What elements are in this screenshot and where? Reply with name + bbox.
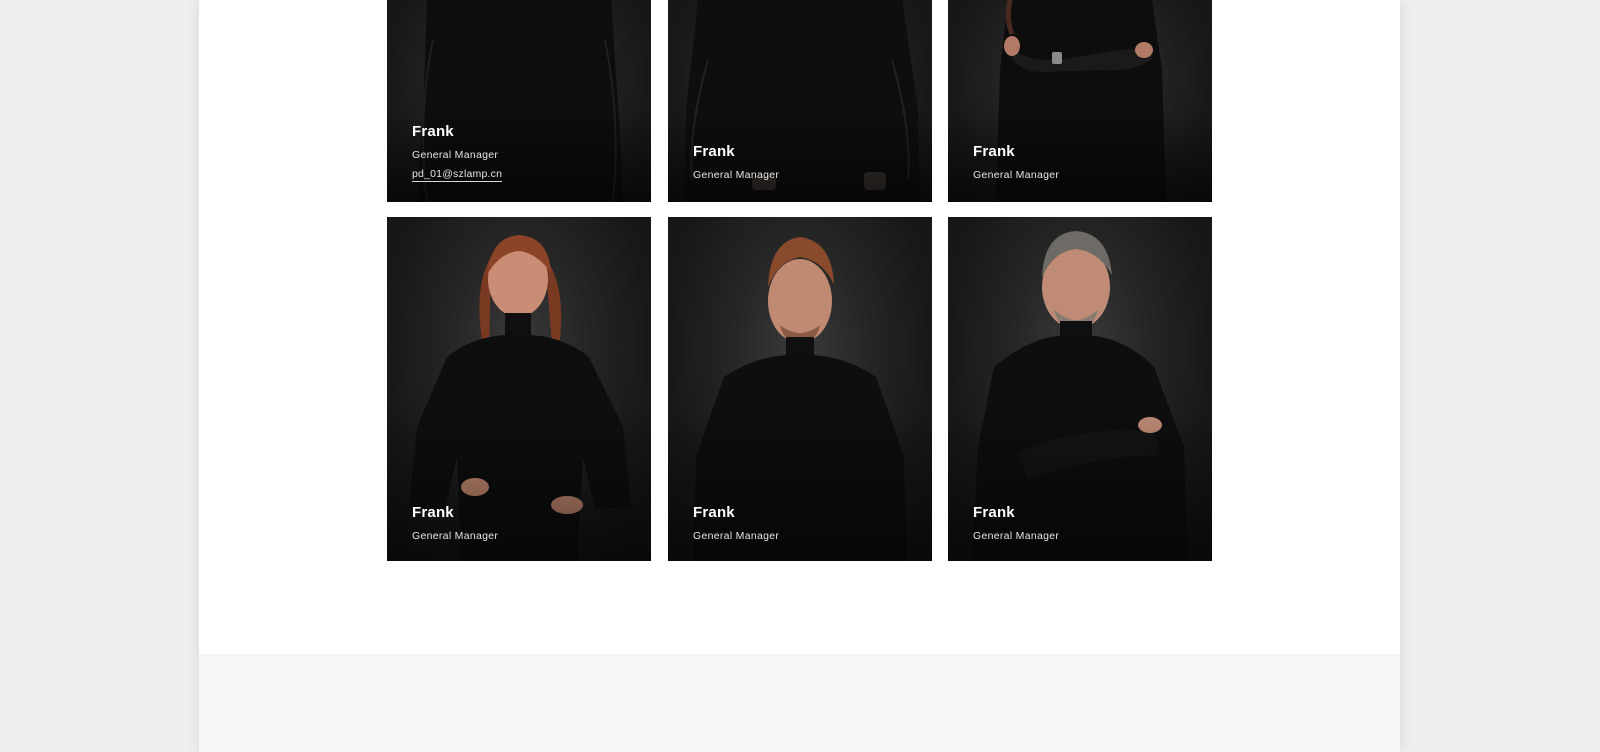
- member-name: Frank: [412, 123, 454, 140]
- member-name: Frank: [973, 504, 1015, 521]
- team-member-card: Frank General Manager: [668, 217, 932, 561]
- team-member-card: Frank General Manager: [948, 217, 1212, 561]
- team-member-card: Frank General Manager pd_01@szlamp.cn: [387, 0, 651, 202]
- member-title: General Manager: [973, 169, 1060, 181]
- team-member-card: Frank General Manager: [668, 0, 932, 202]
- page-content: Frank General Manager pd_01@szlamp.cn Fr…: [199, 0, 1400, 752]
- member-title: General Manager: [693, 169, 780, 181]
- member-title: General Manager: [973, 530, 1060, 542]
- team-member-card: Frank General Manager: [948, 0, 1212, 202]
- member-title: General Manager: [412, 149, 499, 161]
- team-member-card: Frank General Manager: [387, 217, 651, 561]
- member-name: Frank: [693, 504, 735, 521]
- member-title: General Manager: [693, 530, 780, 542]
- member-name: Frank: [973, 143, 1015, 160]
- member-title: General Manager: [412, 530, 499, 542]
- footer-section: [199, 654, 1400, 752]
- member-name: Frank: [693, 143, 735, 160]
- member-email-link[interactable]: pd_01@szlamp.cn: [412, 168, 503, 182]
- member-name: Frank: [412, 504, 454, 521]
